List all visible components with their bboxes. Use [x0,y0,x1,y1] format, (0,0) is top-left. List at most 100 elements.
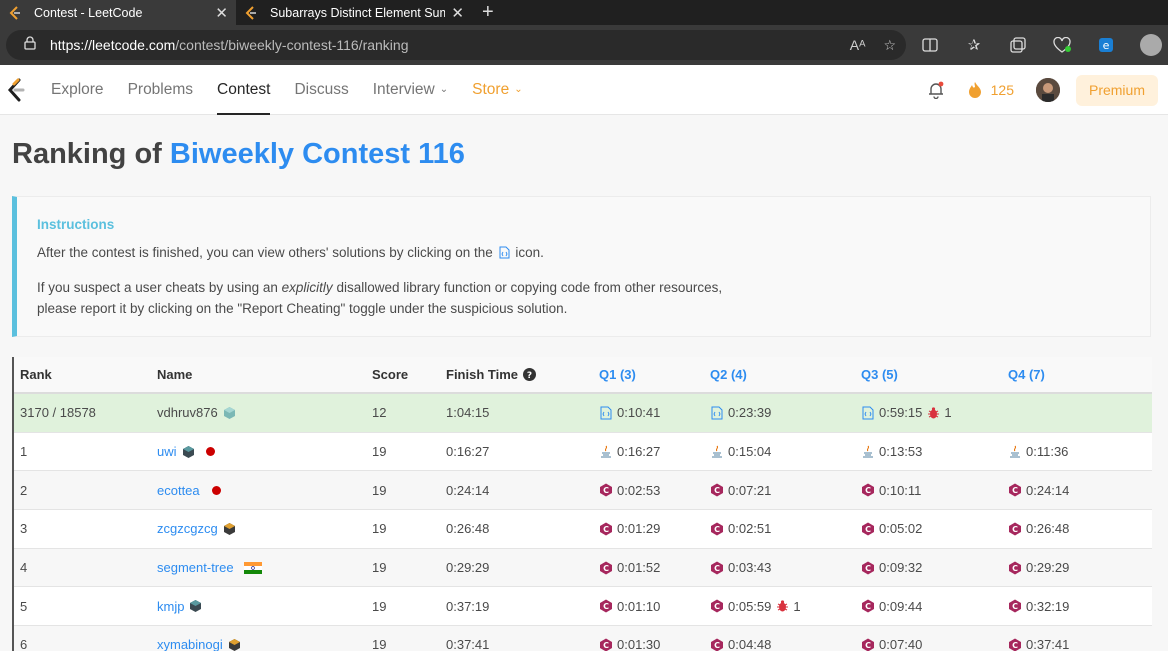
collections-icon[interactable] [1008,35,1028,55]
nav-problems[interactable]: Problems [128,65,193,115]
cpp-icon[interactable]: C [1008,522,1022,536]
q2-cell[interactable]: C 0:05:59 1 [710,599,861,614]
username-link[interactable]: zcgzcgzcg [157,521,218,536]
username-link[interactable]: ecottea [157,483,200,498]
q1-cell[interactable]: 0:16:27 [599,444,710,459]
q2-cell[interactable]: C 0:02:51 [710,521,861,536]
streak-counter[interactable]: 125 [967,81,1014,99]
cpp-icon[interactable]: C [861,483,875,497]
cpp-icon[interactable]: C [599,638,613,651]
cpp-icon[interactable]: C [1008,483,1022,497]
q4-cell[interactable]: C 0:24:14 [1008,483,1148,498]
q3-cell[interactable]: C 0:10:11 [861,483,1008,498]
nav-store[interactable]: Store ⌄ [472,65,522,115]
nav-interview[interactable]: Interview ⌄ [373,65,448,115]
browser-tab-contest[interactable]: Contest - LeetCode ✕ [0,0,236,25]
cpp-icon[interactable]: C [599,599,613,613]
name-cell: xymabinogi [157,637,372,651]
split-screen-icon[interactable] [920,35,940,55]
cpp-icon[interactable]: C [599,483,613,497]
q2-cell[interactable]: C 0:03:43 [710,560,861,575]
nav-contest[interactable]: Contest [217,65,271,115]
view-code-icon[interactable] [861,406,875,420]
java-icon[interactable] [710,445,724,459]
cpp-icon[interactable]: C [861,522,875,536]
contest-title-link[interactable]: Biweekly Contest 116 [170,138,465,170]
q3-cell[interactable]: 0:13:53 [861,444,1008,459]
q4-cell[interactable]: C 0:37:41 [1008,637,1148,651]
cpp-icon[interactable]: C [1008,561,1022,575]
browser-essentials-icon[interactable] [1052,35,1072,55]
nav-discuss[interactable]: Discuss [294,65,348,115]
url-text: https://leetcode.com/contest/biweekly-co… [50,37,409,53]
read-aloud-icon[interactable]: Aᴬ [850,37,866,53]
new-tab-icon[interactable]: + [472,0,494,25]
premium-button[interactable]: Premium [1075,74,1158,106]
java-icon[interactable] [861,445,875,459]
header-q3[interactable]: Q3 (5) [861,367,1008,382]
q3-cell[interactable]: C 0:09:44 [861,599,1008,614]
browser-profile-avatar[interactable] [1140,34,1162,56]
q1-cell[interactable]: C 0:01:30 [599,637,710,651]
address-bar[interactable]: https://leetcode.com/contest/biweekly-co… [6,30,906,60]
finish-time-cell: 0:37:19 [446,598,490,614]
header-q4[interactable]: Q4 (7) [1008,367,1148,382]
rank-cell: 3 [20,521,28,537]
view-code-icon[interactable] [599,406,613,420]
tab-title: Contest - LeetCode [34,5,143,20]
q4-cell[interactable]: C 0:26:48 [1008,521,1148,536]
q1-cell[interactable]: 0:10:41 [599,405,710,420]
wrong-answer-bug-icon [928,407,940,419]
q3-cell[interactable]: C 0:07:40 [861,637,1008,651]
q2-cell[interactable]: C 0:04:48 [710,637,861,651]
q2-cell[interactable]: 0:15:04 [710,444,861,459]
cpp-icon[interactable]: C [861,638,875,651]
q1-cell[interactable]: C 0:01:29 [599,521,710,536]
nav-explore[interactable]: Explore [51,65,104,115]
cpp-icon[interactable]: C [1008,638,1022,651]
cpp-icon[interactable]: C [710,561,724,575]
view-code-icon[interactable] [710,406,724,420]
cpp-icon[interactable]: C [861,599,875,613]
edge-extension-icon[interactable]: e [1096,35,1116,55]
favorites-icon[interactable]: ✰ [964,35,984,55]
username-link[interactable]: xymabinogi [157,637,223,651]
cpp-icon[interactable]: C [1008,599,1022,613]
header-q2[interactable]: Q2 (4) [710,367,861,382]
leetcode-logo-icon[interactable] [6,78,26,102]
java-icon[interactable] [1008,445,1022,459]
notification-bell-icon[interactable] [927,81,945,99]
username-link[interactable]: kmjp [157,599,184,614]
q1-cell[interactable]: C 0:02:53 [599,483,710,498]
rank-cell: 4 [20,560,28,576]
java-icon[interactable] [599,445,613,459]
q1-cell[interactable]: C 0:01:52 [599,560,710,575]
cpp-icon[interactable]: C [710,638,724,651]
cpp-icon[interactable]: C [599,561,613,575]
user-avatar[interactable] [1035,78,1060,102]
q4-cell[interactable]: C 0:29:29 [1008,560,1148,575]
name-cell: vdhruv876 [157,405,372,420]
q3-cell[interactable]: 0:59:15 1 [861,405,1008,420]
q3-cell[interactable]: C 0:09:32 [861,560,1008,575]
browser-tab-problem[interactable]: Subarrays Distinct Element Sum c ✕ [236,0,472,25]
q2-cell[interactable]: C 0:07:21 [710,483,861,498]
username-link[interactable]: uwi [157,444,177,459]
cpp-icon[interactable]: C [710,522,724,536]
q1-cell[interactable]: C 0:01:10 [599,599,710,614]
cpp-icon[interactable]: C [861,561,875,575]
svg-text:C: C [865,525,871,534]
cpp-icon[interactable]: C [710,483,724,497]
close-tab-icon[interactable]: ✕ [451,4,464,22]
q2-cell[interactable]: 0:23:39 [710,405,861,420]
q4-cell[interactable]: C 0:32:19 [1008,599,1148,614]
close-tab-icon[interactable]: ✕ [215,4,228,22]
cpp-icon[interactable]: C [710,599,724,613]
username-link[interactable]: segment-tree [157,560,234,575]
favorite-star-icon[interactable]: ☆ [883,37,896,54]
q4-cell[interactable]: 0:11:36 [1008,444,1148,459]
cpp-icon[interactable]: C [599,522,613,536]
header-q1[interactable]: Q1 (3) [599,367,710,382]
help-question-icon[interactable]: ? [523,368,536,381]
q3-cell[interactable]: C 0:05:02 [861,521,1008,536]
